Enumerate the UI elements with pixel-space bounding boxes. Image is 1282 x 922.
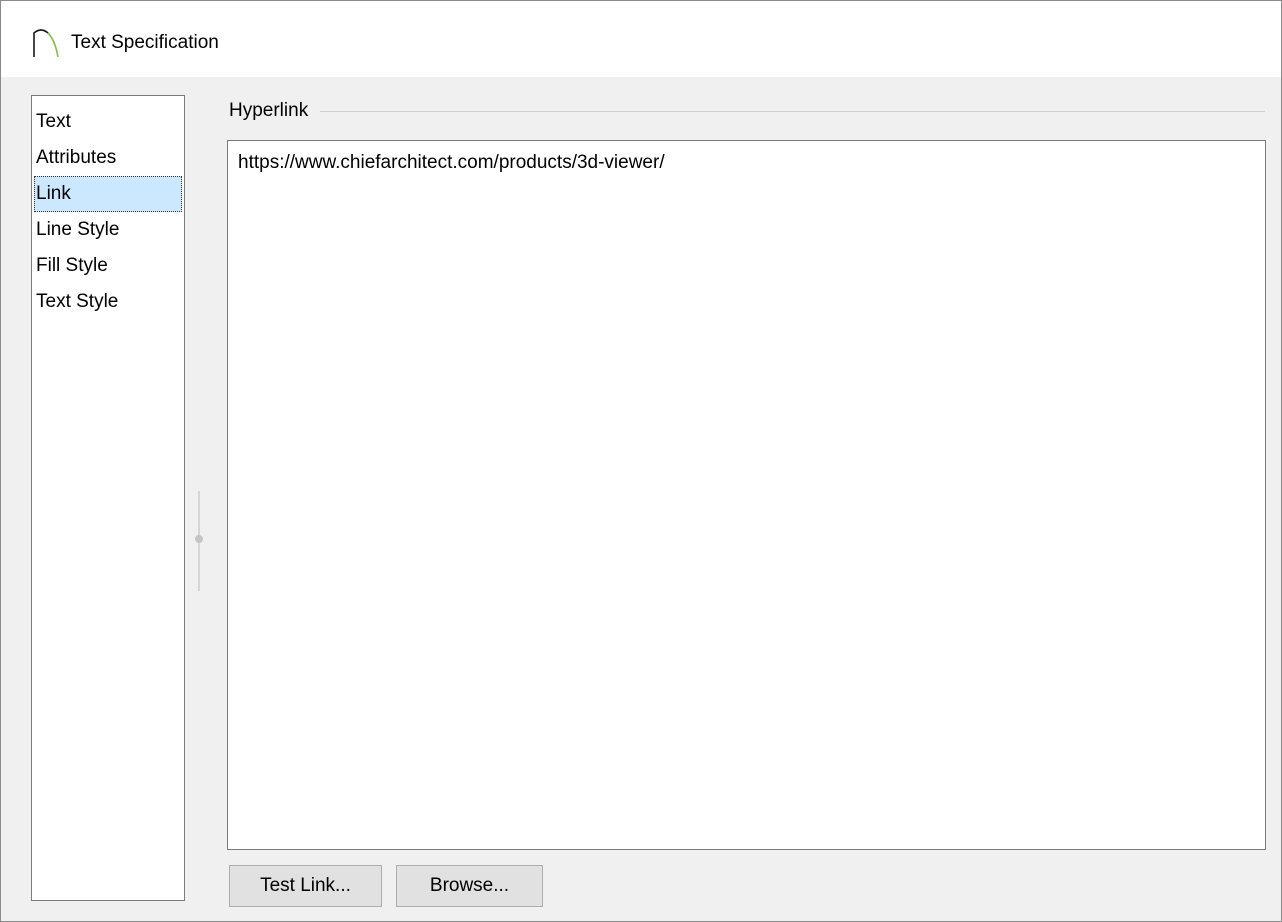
title-bar: Text Specification [1,1,1281,77]
hyperlink-group-label: Hyperlink [229,99,321,123]
category-item-line-style[interactable]: Line Style [34,212,182,248]
panel-splitter-handle[interactable] [194,491,204,591]
chief-architect-arch-icon [33,29,59,58]
category-item-link[interactable]: Link [34,176,182,212]
category-item-fill-style[interactable]: Fill Style [34,248,182,284]
category-item-attributes[interactable]: Attributes [34,140,182,176]
dialog-client-area: Text Attributes Link Line Style Fill Sty… [1,77,1281,921]
test-link-button[interactable]: Test Link... [229,865,382,907]
window-title: Text Specification [71,32,219,53]
hyperlink-input[interactable]: https://www.chiefarchitect.com/products/… [227,140,1266,850]
category-item-text-style[interactable]: Text Style [34,284,182,320]
dialog-window: Text Specification Text Attributes Link … [0,0,1282,922]
hyperlink-group-divider [229,111,1265,112]
splitter-grip-icon [195,535,203,543]
category-list[interactable]: Text Attributes Link Line Style Fill Sty… [31,95,185,901]
category-item-text[interactable]: Text [34,104,182,140]
browse-button[interactable]: Browse... [396,865,543,907]
